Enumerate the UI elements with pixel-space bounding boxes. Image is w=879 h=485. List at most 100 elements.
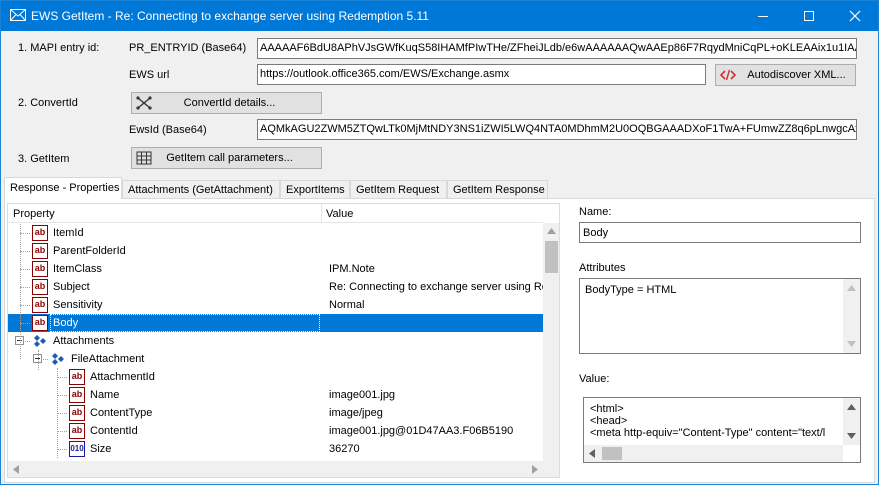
ews-url-field[interactable]: https://outlook.office365.com/EWS/Exchan… xyxy=(257,64,706,85)
property-name: FileAttachment xyxy=(71,353,145,365)
getitem-parameters-button[interactable]: GetItem call parameters... xyxy=(131,147,322,169)
tab-exportitems[interactable]: ExportItems xyxy=(280,180,350,199)
tree-vertical-scrollbar[interactable] xyxy=(543,223,559,461)
property-name: Subject xyxy=(53,281,90,293)
tree-connector xyxy=(57,413,67,414)
tree-connector xyxy=(20,251,30,252)
tree-vertical-thumb[interactable] xyxy=(545,241,558,273)
tab-attachments[interactable]: Attachments (GetAttachment) xyxy=(122,180,280,199)
attributes-field[interactable]: BodyType = HTML xyxy=(579,278,861,354)
tree-row[interactable]: 010 Size 36270 xyxy=(8,440,543,458)
tree-horizontal-scrollbar[interactable] xyxy=(8,461,543,477)
tree-connector xyxy=(20,233,30,234)
tree-row[interactable]: ab ItemId xyxy=(8,224,543,242)
tree-row[interactable]: ab Sensitivity Normal xyxy=(8,296,543,314)
collection-icon xyxy=(34,335,46,347)
value-vertical-scrollbar[interactable] xyxy=(843,398,860,445)
ab-icon: ab xyxy=(69,405,85,421)
value-label: Value: xyxy=(579,373,610,385)
scroll-left-arrow-icon xyxy=(13,465,19,474)
scroll-up-arrow-icon xyxy=(847,404,856,410)
ewsid-label: EwsId (Base64) xyxy=(129,124,207,136)
ab-icon: ab xyxy=(32,243,48,259)
title-bar[interactable]: EWS GetItem - Re: Connecting to exchange… xyxy=(1,1,878,31)
tree-row[interactable]: ab ContentId image001.jpg@01D47AA3.F06B519… xyxy=(8,422,543,440)
value-horizontal-thumb[interactable] xyxy=(602,447,622,460)
value-line: <meta http-equiv="Content-Type" content=… xyxy=(590,427,826,439)
tree-header: Property Value xyxy=(8,204,543,223)
tree-row[interactable]: ab ParentFolderId xyxy=(8,242,543,260)
ews-getitem-window: EWS GetItem - Re: Connecting to exchange… xyxy=(0,0,879,485)
property-column-header[interactable]: Property xyxy=(13,208,55,220)
convertid-details-button[interactable]: ConvertId details... xyxy=(131,92,322,114)
name-label: Name: xyxy=(579,206,612,218)
convert-icon xyxy=(136,96,152,110)
tree-row[interactable]: Attachments xyxy=(8,332,543,350)
getitem-section-label: 3. GetItem xyxy=(18,153,70,165)
window-title: EWS GetItem - Re: Connecting to exchange… xyxy=(31,9,429,23)
property-value: Normal xyxy=(329,299,365,311)
property-name: Size xyxy=(90,443,112,455)
minimize-icon xyxy=(758,16,768,17)
collection-icon xyxy=(52,353,64,365)
pr-entryid-label: PR_ENTRYID (Base64) xyxy=(129,42,247,54)
tree-row[interactable]: ab ItemClass IPM.Note xyxy=(8,260,543,278)
property-name: Attachments xyxy=(53,335,115,347)
entryid-field[interactable]: AAAAAF6BdU8APhVJsGWfKuqS58IHAMfPIwTHe/ZF… xyxy=(257,38,857,59)
property-name: ContentId xyxy=(90,425,138,437)
scroll-down-arrow-icon xyxy=(847,433,856,439)
tab-getitem-response[interactable]: GetItem Response xyxy=(447,180,548,199)
mapi-entry-id-label: 1. MAPI entry id: xyxy=(18,42,100,54)
tree-row[interactable]: ab AttachmentId xyxy=(8,368,543,386)
tree-connector xyxy=(57,449,67,450)
tree-guide-line xyxy=(57,368,58,458)
ab-icon: ab xyxy=(69,423,85,439)
envelope-icon xyxy=(10,9,26,21)
maximize-button[interactable] xyxy=(786,1,832,31)
tree-connector xyxy=(57,431,67,432)
column-separator[interactable] xyxy=(321,204,322,223)
minimize-button[interactable] xyxy=(740,1,786,31)
focus-rect xyxy=(50,314,320,332)
value-field[interactable]: <html> <head> <meta http-equiv="Content-… xyxy=(583,397,861,463)
name-field[interactable]: Body xyxy=(579,222,861,243)
property-tree[interactable]: Property Value ab ItemId ab ParentFolderId a… xyxy=(7,203,560,478)
tree-row[interactable]: ab Name image001.jpg xyxy=(8,386,543,404)
grid-icon xyxy=(136,151,152,165)
value-horizontal-scrollbar[interactable] xyxy=(584,445,843,462)
tree-row[interactable]: ab Subject Re: Connecting to exchange serv… xyxy=(8,278,543,296)
ab-icon: ab xyxy=(69,369,85,385)
tree-connector xyxy=(20,305,30,306)
scroll-up-arrow-icon xyxy=(547,228,556,234)
ews-url-label: EWS url xyxy=(129,69,170,81)
autodiscover-button[interactable]: Autodiscover XML... xyxy=(715,64,856,86)
close-icon xyxy=(849,10,861,22)
tree-row[interactable]: ab ContentType image/jpeg xyxy=(8,404,543,422)
convertid-details-label: ConvertId details... xyxy=(183,97,276,109)
value-line: <html> xyxy=(590,403,624,415)
ab-icon: ab xyxy=(32,225,48,241)
close-button[interactable] xyxy=(832,1,878,31)
scroll-corner xyxy=(543,461,559,477)
attributes-text: BodyType = HTML xyxy=(585,284,677,296)
tree-row[interactable]: FileAttachment xyxy=(8,350,543,368)
convertid-section-label: 2. ConvertId xyxy=(18,97,78,109)
tree-guide-line xyxy=(38,350,39,370)
property-name: ItemClass xyxy=(53,263,102,275)
tree-row[interactable]: ab Body xyxy=(8,314,543,332)
property-name: ParentFolderId xyxy=(53,245,126,257)
property-name: AttachmentId xyxy=(90,371,155,383)
property-name: ContentType xyxy=(90,407,153,419)
tab-getitem-request[interactable]: GetItem Request xyxy=(350,180,447,199)
value-column-header[interactable]: Value xyxy=(326,208,353,220)
scroll-left-arrow-icon xyxy=(589,449,595,458)
tab-response-properties[interactable]: Response - Properties xyxy=(4,177,122,199)
ab-icon: ab xyxy=(32,315,48,331)
number-icon: 010 xyxy=(69,441,85,457)
getitem-parameters-label: GetItem call parameters... xyxy=(166,152,293,164)
attributes-scrollbar[interactable] xyxy=(843,279,860,353)
ab-icon: ab xyxy=(69,387,85,403)
code-icon xyxy=(720,69,736,81)
property-name: Sensitivity xyxy=(53,299,103,311)
ewsid-field[interactable]: AQMkAGU2ZWM5ZTQwLTk0MjMtNDY3NS1iZWI5LWQ4… xyxy=(257,119,857,140)
